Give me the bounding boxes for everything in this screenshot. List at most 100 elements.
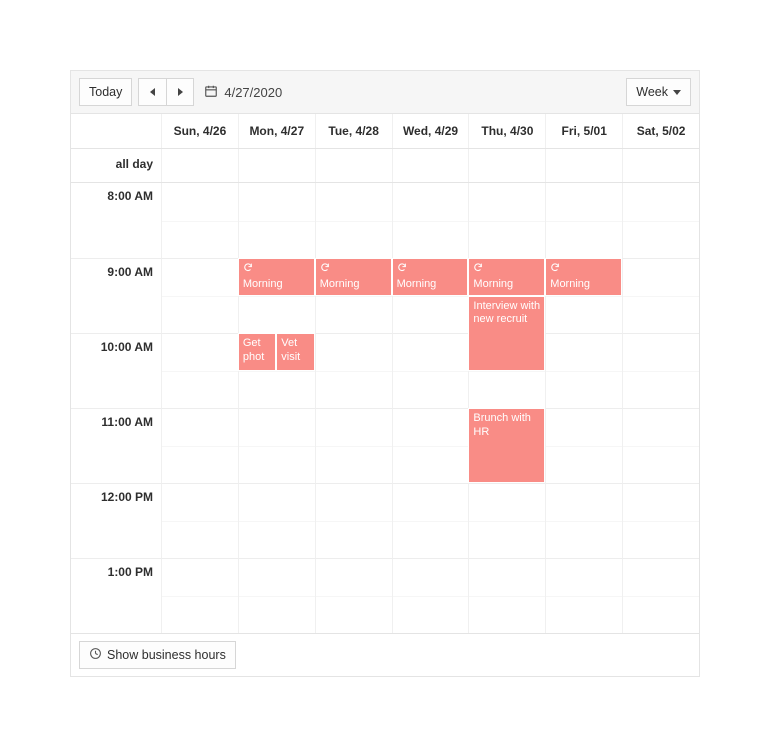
time-cell[interactable] <box>161 558 238 633</box>
time-cell[interactable] <box>238 483 315 558</box>
time-cell[interactable] <box>315 558 392 633</box>
allday-cell[interactable] <box>315 149 392 182</box>
calendar-icon <box>204 84 218 101</box>
calendar-event[interactable]: Brunch with HR <box>468 408 545 483</box>
hour-label: 10:00 AM <box>71 333 161 408</box>
view-select-label: Week <box>636 85 668 99</box>
calendar-event[interactable]: Vet visit <box>276 333 314 371</box>
allday-cell[interactable] <box>161 149 238 182</box>
hour-row: 8:00 AM <box>71 183 699 258</box>
nav-group <box>138 78 194 106</box>
calendar-event[interactable]: Morning <box>392 258 469 296</box>
event-title: Morning <box>550 278 590 290</box>
calendar-event[interactable]: Morning <box>545 258 622 296</box>
event-title: Interview with new recruit <box>473 300 540 326</box>
allday-cell[interactable] <box>238 149 315 182</box>
hour-label: 12:00 PM <box>71 483 161 558</box>
day-header[interactable]: Sun, 4/26 <box>161 114 238 148</box>
time-cell[interactable] <box>622 183 699 258</box>
allday-label: all day <box>71 149 161 182</box>
calendar-event[interactable]: Morning <box>238 258 315 296</box>
hour-label: 8:00 AM <box>71 183 161 258</box>
allday-cell[interactable] <box>392 149 469 182</box>
event-title: Get phot <box>243 337 264 363</box>
day-header[interactable]: Sat, 5/02 <box>622 114 699 148</box>
hour-row: 10:00 AM <box>71 333 699 408</box>
calendar-event[interactable]: Interview with new recruit <box>468 296 545 371</box>
show-business-hours-label: Show business hours <box>107 648 226 662</box>
today-button[interactable]: Today <box>79 78 132 106</box>
hour-row: 1:00 PM <box>71 558 699 633</box>
time-gutter-header <box>71 114 161 148</box>
day-header[interactable]: Thu, 4/30 <box>468 114 545 148</box>
allday-row: all day <box>71 149 699 183</box>
calendar-event[interactable]: Morning <box>468 258 545 296</box>
view-select[interactable]: Week <box>626 78 691 106</box>
calendar-event[interactable]: Get phot <box>238 333 276 371</box>
time-cell[interactable] <box>545 558 622 633</box>
calendar-toolbar: Today 4/27/2020 Week <box>71 71 699 114</box>
time-cell[interactable] <box>315 183 392 258</box>
current-date-display: 4/27/2020 <box>204 84 282 101</box>
time-cell[interactable] <box>622 408 699 483</box>
time-cell[interactable] <box>622 258 699 333</box>
event-title: Morning <box>243 278 283 290</box>
allday-cell[interactable] <box>468 149 545 182</box>
chevron-left-icon <box>150 88 155 96</box>
time-cell[interactable] <box>161 408 238 483</box>
recurring-icon <box>550 262 560 277</box>
day-header[interactable]: Wed, 4/29 <box>392 114 469 148</box>
time-cell[interactable] <box>161 258 238 333</box>
event-title: Morning <box>473 278 513 290</box>
recurring-icon <box>397 262 407 277</box>
time-grid: 8:00 AM 9:00 AM 10:00 AM 11:00 AM 12:00 … <box>71 183 699 633</box>
hour-label: 11:00 AM <box>71 408 161 483</box>
time-cell[interactable] <box>315 483 392 558</box>
time-cell[interactable] <box>392 483 469 558</box>
time-cell[interactable] <box>392 333 469 408</box>
time-cell[interactable] <box>545 183 622 258</box>
day-header-row: Sun, 4/26 Mon, 4/27 Tue, 4/28 Wed, 4/29 … <box>71 114 699 149</box>
time-cell[interactable] <box>238 183 315 258</box>
time-cell[interactable] <box>161 333 238 408</box>
event-title: Morning <box>397 278 437 290</box>
allday-cell[interactable] <box>545 149 622 182</box>
day-header[interactable]: Mon, 4/27 <box>238 114 315 148</box>
day-header[interactable]: Fri, 5/01 <box>545 114 622 148</box>
time-cell[interactable] <box>161 483 238 558</box>
time-cell[interactable] <box>468 483 545 558</box>
time-cell[interactable] <box>468 183 545 258</box>
time-cell[interactable] <box>161 183 238 258</box>
allday-cell[interactable] <box>622 149 699 182</box>
event-title: Brunch with HR <box>473 412 530 438</box>
time-cell[interactable] <box>622 558 699 633</box>
hour-label: 1:00 PM <box>71 558 161 633</box>
time-cell[interactable] <box>238 558 315 633</box>
time-cell[interactable] <box>392 183 469 258</box>
time-cell[interactable] <box>545 333 622 408</box>
calendar: Today 4/27/2020 Week <box>70 70 700 677</box>
chevron-down-icon <box>673 90 681 95</box>
hour-rows: 8:00 AM 9:00 AM 10:00 AM 11:00 AM 12:00 … <box>71 183 699 633</box>
recurring-icon <box>320 262 330 277</box>
next-button[interactable] <box>166 78 194 106</box>
time-cell[interactable] <box>392 408 469 483</box>
time-cell[interactable] <box>545 408 622 483</box>
calendar-footer: Show business hours <box>71 633 699 676</box>
clock-icon <box>89 647 102 663</box>
time-cell[interactable] <box>622 483 699 558</box>
calendar-event[interactable]: Morning <box>315 258 392 296</box>
time-cell[interactable] <box>392 558 469 633</box>
recurring-icon <box>473 262 483 277</box>
time-cell[interactable] <box>622 333 699 408</box>
current-date-text: 4/27/2020 <box>224 85 282 100</box>
hour-row: 12:00 PM <box>71 483 699 558</box>
time-cell[interactable] <box>315 408 392 483</box>
show-business-hours-button[interactable]: Show business hours <box>79 641 236 669</box>
day-header[interactable]: Tue, 4/28 <box>315 114 392 148</box>
time-cell[interactable] <box>468 558 545 633</box>
time-cell[interactable] <box>545 483 622 558</box>
time-cell[interactable] <box>238 408 315 483</box>
prev-button[interactable] <box>138 78 166 106</box>
time-cell[interactable] <box>315 333 392 408</box>
